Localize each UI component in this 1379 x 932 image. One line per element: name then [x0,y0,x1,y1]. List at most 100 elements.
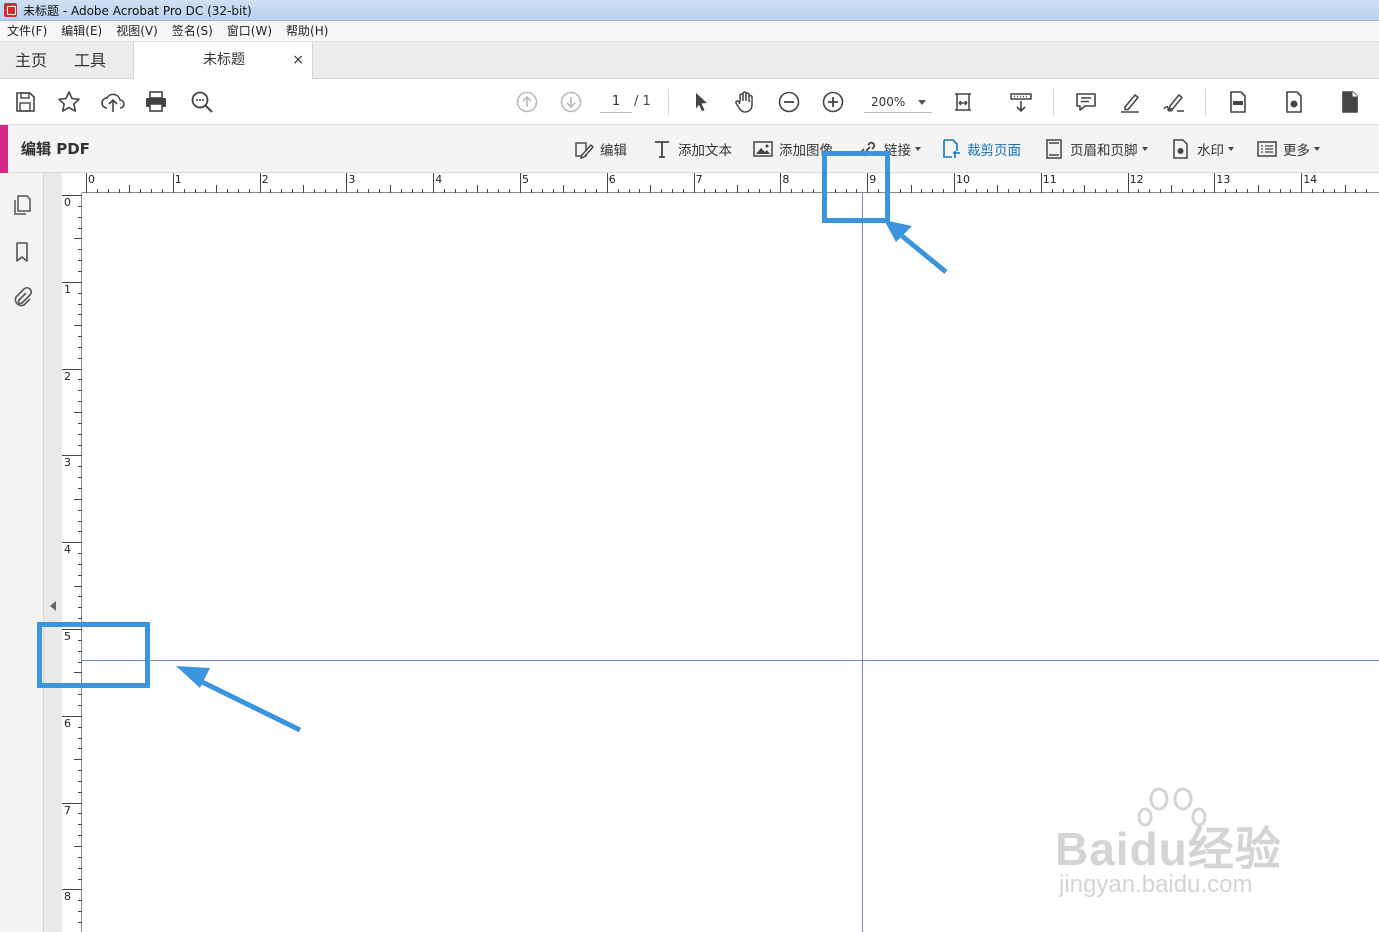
page-up-icon[interactable] [513,88,541,116]
ruler-minor-tick [78,303,82,305]
ruler-major-tick [1040,173,1042,193]
ruler-minor-tick [1149,189,1151,193]
ruler-minor-tick [530,189,532,193]
sign-icon[interactable] [1160,88,1188,116]
pages-icon[interactable] [10,193,34,217]
chevron-down-icon [1228,147,1234,151]
zoom-level-dropdown[interactable]: 200% [864,91,932,113]
ruler-minor-tick [78,205,82,207]
ruler-minor-tick [78,444,82,446]
ruler-minor-tick [78,596,82,598]
ruler-minor-tick [78,726,82,728]
header-footer-button[interactable]: 页眉和页脚 [1043,125,1148,173]
ruler-minor-tick [1236,189,1238,193]
print-icon[interactable] [142,88,170,116]
watermark-url: jingyan.baidu.com [1059,871,1253,898]
ruler-label: 6 [608,173,616,186]
comment-icon[interactable] [1072,88,1100,116]
crop-page-label: 裁剪页面 [967,143,1021,159]
vertical-guide-line[interactable] [862,193,863,932]
vertical-ruler[interactable]: 012345678 [62,193,82,932]
ruler-minor-tick [747,189,749,193]
ruler-minor-tick [78,563,82,565]
tab-document[interactable]: 未标题 × [133,42,313,79]
ruler-minor-tick [78,824,82,826]
ruler-minor-tick [1116,189,1118,193]
more-doc-icon[interactable] [1336,88,1364,116]
ruler-label: 7 [64,803,71,817]
ruler-minor-tick [313,189,315,193]
ruler-minor-tick [389,185,391,193]
menu-view[interactable]: 视图(V) [109,21,165,42]
save-icon[interactable] [11,88,39,116]
title-bar: 未标题 - Adobe Acrobat Pro DC (32-bit) [0,0,1379,21]
collapse-arrow-icon[interactable] [50,601,56,611]
header-footer-icon [1046,139,1062,159]
ruler-minor-tick [932,189,934,193]
add-image-button[interactable]: 添加图像 [752,125,833,173]
ruler-minor-tick [78,791,82,793]
ruler-minor-tick [78,531,82,533]
search-icon[interactable] [188,88,216,116]
baidu-watermark: Baidu经验 jingyan.baidu.com [1055,785,1315,905]
menu-file[interactable]: 文件(F) [0,21,54,42]
hand-icon[interactable] [731,88,759,116]
ruler-label: 4 [435,173,443,186]
attachment-icon[interactable] [10,286,34,310]
menu-edit[interactable]: 编辑(E) [54,21,109,42]
more-icon [1257,141,1277,157]
ruler-minor-tick [78,748,82,750]
page-number-input[interactable]: 1 [600,91,632,113]
watermark-button[interactable]: 水印 [1170,125,1234,173]
nav-collapse-strip[interactable] [44,173,62,932]
edit-tool-button[interactable]: 编辑 [573,125,627,173]
ruler-minor-tick [737,185,738,193]
ruler-minor-tick [1095,189,1097,193]
ruler-minor-tick [574,189,576,193]
export-icon[interactable] [1280,88,1308,116]
ruler-minor-tick [1203,189,1205,193]
zoom-in-icon[interactable] [819,88,847,116]
more-tools-button[interactable]: 更多 [1256,125,1320,173]
ruler-minor-tick [78,520,82,522]
ruler-minor-tick [552,189,554,193]
ruler-minor-tick [237,189,239,193]
document-icon[interactable] [1224,88,1252,116]
bookmark-icon[interactable] [10,240,34,264]
tab-tools[interactable]: 工具 [74,42,106,79]
add-text-label: 添加文本 [678,143,732,159]
ruler-minor-tick [454,189,456,193]
zoom-out-icon[interactable] [775,88,803,116]
ruler-minor-tick [78,292,82,294]
tab-close-icon[interactable]: × [292,42,304,79]
watermark-brand: Baidu经验 [1055,823,1282,875]
add-text-button[interactable]: 添加文本 [651,125,732,173]
menu-window[interactable]: 窗口(W) [220,21,279,42]
ruler-minor-tick [357,189,359,193]
select-arrow-icon[interactable] [687,88,715,116]
acrobat-window: 未标题 - Adobe Acrobat Pro DC (32-bit) 文件(F… [0,0,1379,932]
ruler-minor-tick [78,509,82,511]
ruler-minor-tick [78,900,82,902]
ruler-minor-tick [541,189,543,193]
upload-icon[interactable] [99,88,127,116]
highlight-icon[interactable] [1116,88,1144,116]
ruler-label: 7 [695,173,703,186]
page-down-icon[interactable] [557,88,585,116]
ruler-minor-tick [964,189,966,193]
horizontal-ruler[interactable]: 0 1 2 3 4 5 6 7 8 9 10 11 12 13 14 [82,173,1379,193]
ruler-minor-tick [671,189,673,193]
star-icon[interactable] [55,88,83,116]
ruler-minor-tick [183,189,185,193]
scroll-mode-icon[interactable] [1007,88,1035,116]
tab-home[interactable]: 主页 [15,42,47,79]
ruler-minor-tick [1366,189,1368,193]
ruler-minor-tick [595,189,597,193]
ruler-label: 3 [64,456,71,470]
ruler-minor-tick [78,379,82,381]
menu-help[interactable]: 帮助(H) [279,21,335,42]
crop-page-button[interactable]: 裁剪页面 [940,125,1021,173]
menu-sign[interactable]: 签名(S) [165,21,220,42]
fit-page-icon[interactable] [950,88,978,116]
ruler-minor-tick [1008,189,1010,193]
